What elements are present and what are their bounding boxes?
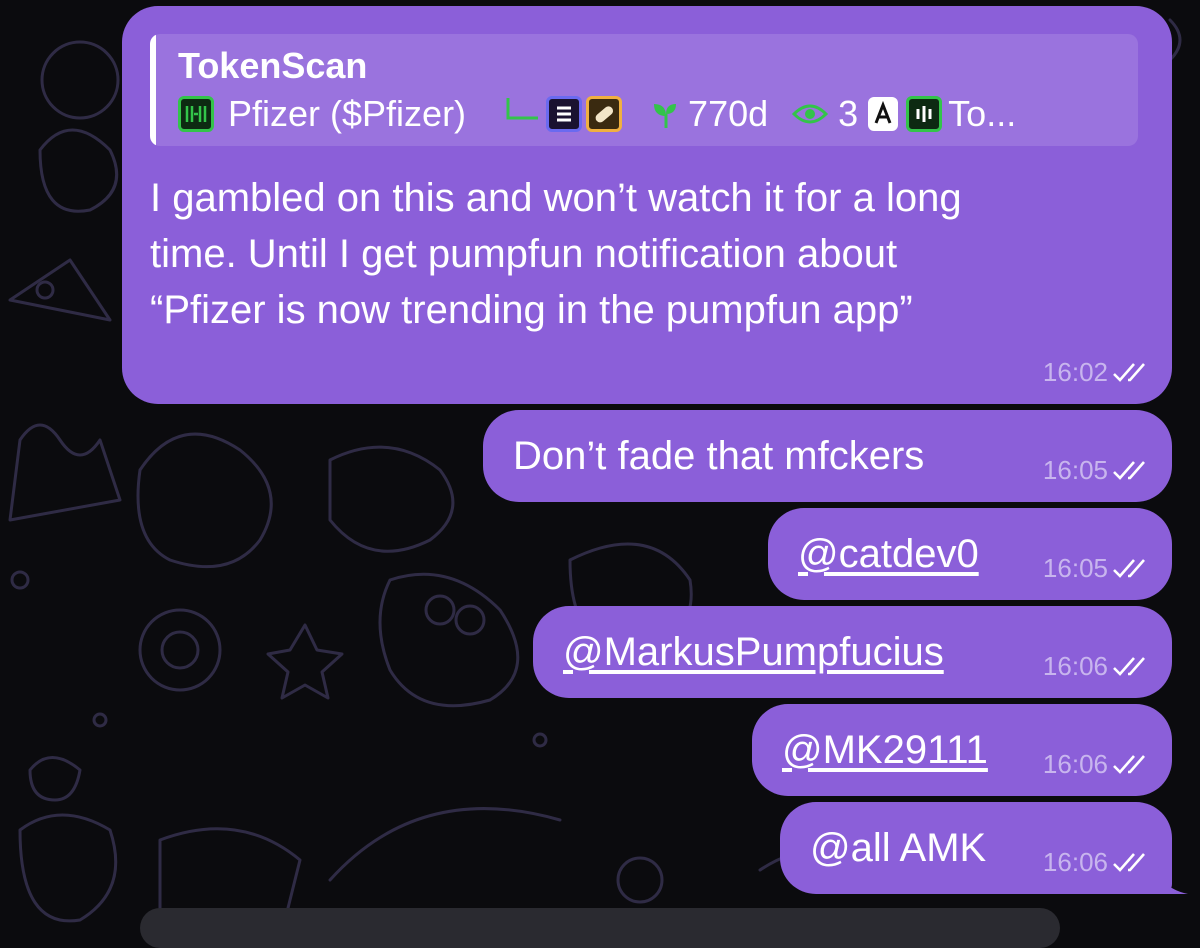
message-time: 16:06 bbox=[1042, 651, 1108, 681]
message-time: 16:06 bbox=[1042, 847, 1108, 877]
mention-link[interactable]: @catdev0 bbox=[798, 530, 979, 578]
message-bubble[interactable]: @MK29111 16:06 bbox=[752, 704, 1172, 796]
double-check-icon bbox=[1113, 852, 1145, 872]
input-bar-edge bbox=[140, 908, 1060, 948]
solana-icon bbox=[546, 96, 583, 132]
message-line: “Pfizer is now trending in the pumpfun a… bbox=[150, 288, 913, 332]
message-text: @all AMK bbox=[810, 826, 987, 870]
quote-token-name: Pfizer ($Pfizer) bbox=[228, 93, 467, 134]
quote-views: 3 bbox=[838, 93, 859, 134]
double-check-icon bbox=[1113, 362, 1145, 382]
eye-icon bbox=[792, 104, 829, 124]
message-meta: 16:06 bbox=[1043, 651, 1152, 682]
message-time: 16:02 bbox=[1042, 357, 1108, 387]
message-line: time. Until I get pumpfun notification a… bbox=[150, 232, 898, 276]
quote-token-line: Pfizer ($Pfizer) 770d 3 To... bbox=[178, 90, 1016, 138]
chart-bars-icon bbox=[906, 96, 943, 132]
message-time: 16:05 bbox=[1042, 553, 1108, 583]
bubble-tail bbox=[1158, 866, 1188, 894]
message-bubble[interactable]: Don’t fade that mfckers 16:05 bbox=[483, 410, 1172, 502]
message-bubble[interactable]: @MarkusPumpfucius 16:06 bbox=[533, 606, 1172, 698]
message-line: I gambled on this and won’t watch it for… bbox=[150, 176, 962, 220]
message-meta: 16:06 bbox=[1043, 847, 1152, 878]
double-check-icon bbox=[1113, 558, 1145, 578]
quote-trailing: To... bbox=[948, 93, 1017, 134]
reply-quote[interactable]: TokenScan Pfizer ($Pfizer) 770d 3 To... bbox=[150, 34, 1138, 146]
message-bubble[interactable]: @all AMK 16:06 bbox=[780, 802, 1172, 894]
quote-accent-bar bbox=[150, 34, 156, 146]
message-meta: 16:05 bbox=[1043, 553, 1152, 584]
message-meta: 16:06 bbox=[1043, 749, 1152, 780]
message-text: I gambled on this and won’t watch it for… bbox=[150, 170, 962, 338]
double-check-icon bbox=[1113, 460, 1145, 480]
double-check-icon bbox=[1113, 656, 1145, 676]
quote-author: TokenScan bbox=[178, 45, 368, 86]
double-check-icon bbox=[1113, 754, 1145, 774]
pill-icon bbox=[586, 96, 623, 132]
message-time: 16:05 bbox=[1042, 455, 1108, 485]
app-icon bbox=[868, 97, 899, 131]
token-logo-icon bbox=[178, 96, 214, 132]
message-meta: 16:02 bbox=[1043, 357, 1152, 388]
message-text: Don’t fade that mfckers bbox=[513, 434, 925, 478]
mention-link[interactable]: @MK29111 bbox=[782, 726, 988, 774]
mention-link[interactable]: @MarkusPumpfucius bbox=[563, 628, 944, 676]
tree-branch-icon bbox=[506, 98, 539, 120]
quote-age: 770d bbox=[688, 93, 769, 134]
message-meta: 16:05 bbox=[1043, 455, 1152, 486]
message-time: 16:06 bbox=[1042, 749, 1108, 779]
sprout-icon bbox=[654, 104, 677, 128]
message-bubble[interactable]: @catdev0 16:05 bbox=[768, 508, 1172, 600]
message-bubble-quoted[interactable]: TokenScan Pfizer ($Pfizer) 770d 3 To... … bbox=[122, 6, 1172, 404]
